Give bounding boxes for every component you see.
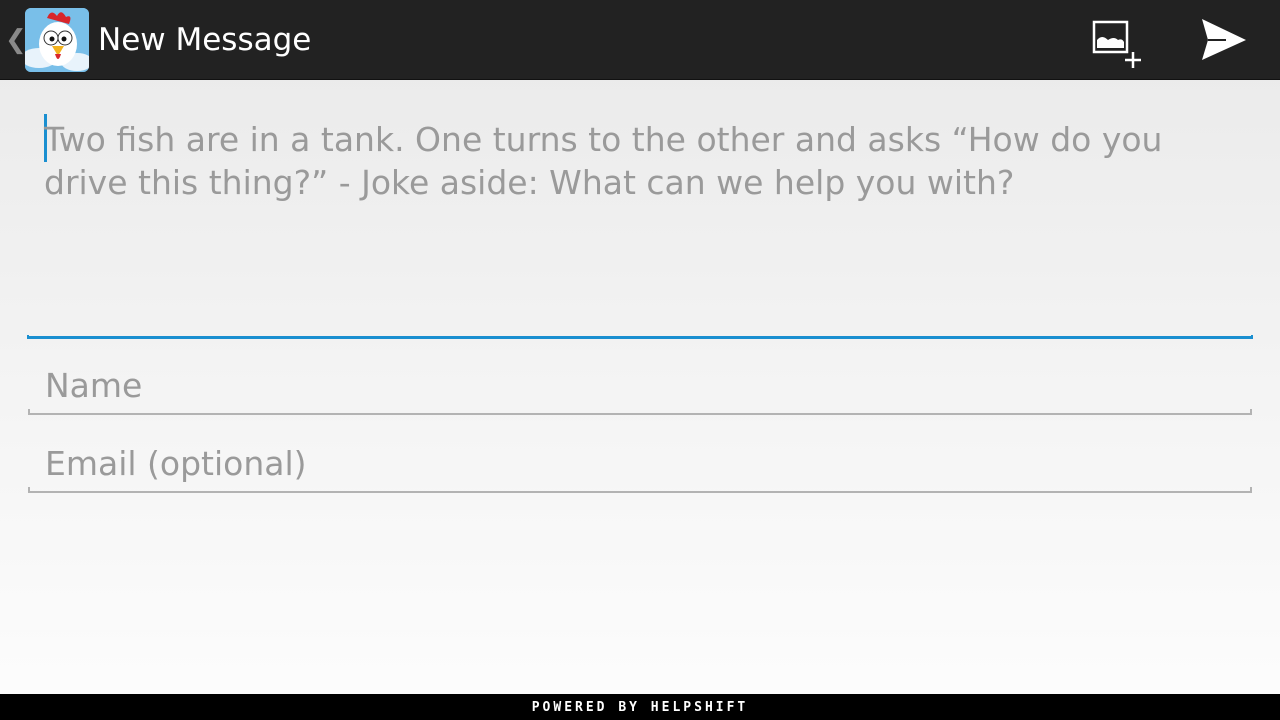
email-placeholder: Email (optional) (45, 444, 307, 483)
app-icon[interactable] (25, 8, 89, 72)
name-field[interactable]: Name (28, 362, 1252, 416)
message-placeholder: Two fish are in a tank. One turns to the… (44, 120, 1163, 202)
name-field-underline (28, 409, 1252, 415)
powered-by-footer: POWERED BY HELPSHIFT (0, 694, 1280, 720)
send-icon (1202, 19, 1246, 60)
attach-image-button[interactable] (1088, 16, 1146, 72)
message-input-underline (27, 335, 1253, 339)
email-field[interactable]: Email (optional) (28, 440, 1252, 494)
chicken-icon (25, 8, 89, 72)
page-title: New Message (98, 22, 312, 58)
chevron-left-icon[interactable]: ❮ (5, 24, 27, 56)
add-image-icon (1092, 20, 1141, 68)
email-field-underline (28, 487, 1252, 493)
send-button[interactable] (1196, 14, 1250, 66)
name-placeholder: Name (45, 366, 143, 405)
action-bar: ❮ New Message (0, 0, 1280, 80)
